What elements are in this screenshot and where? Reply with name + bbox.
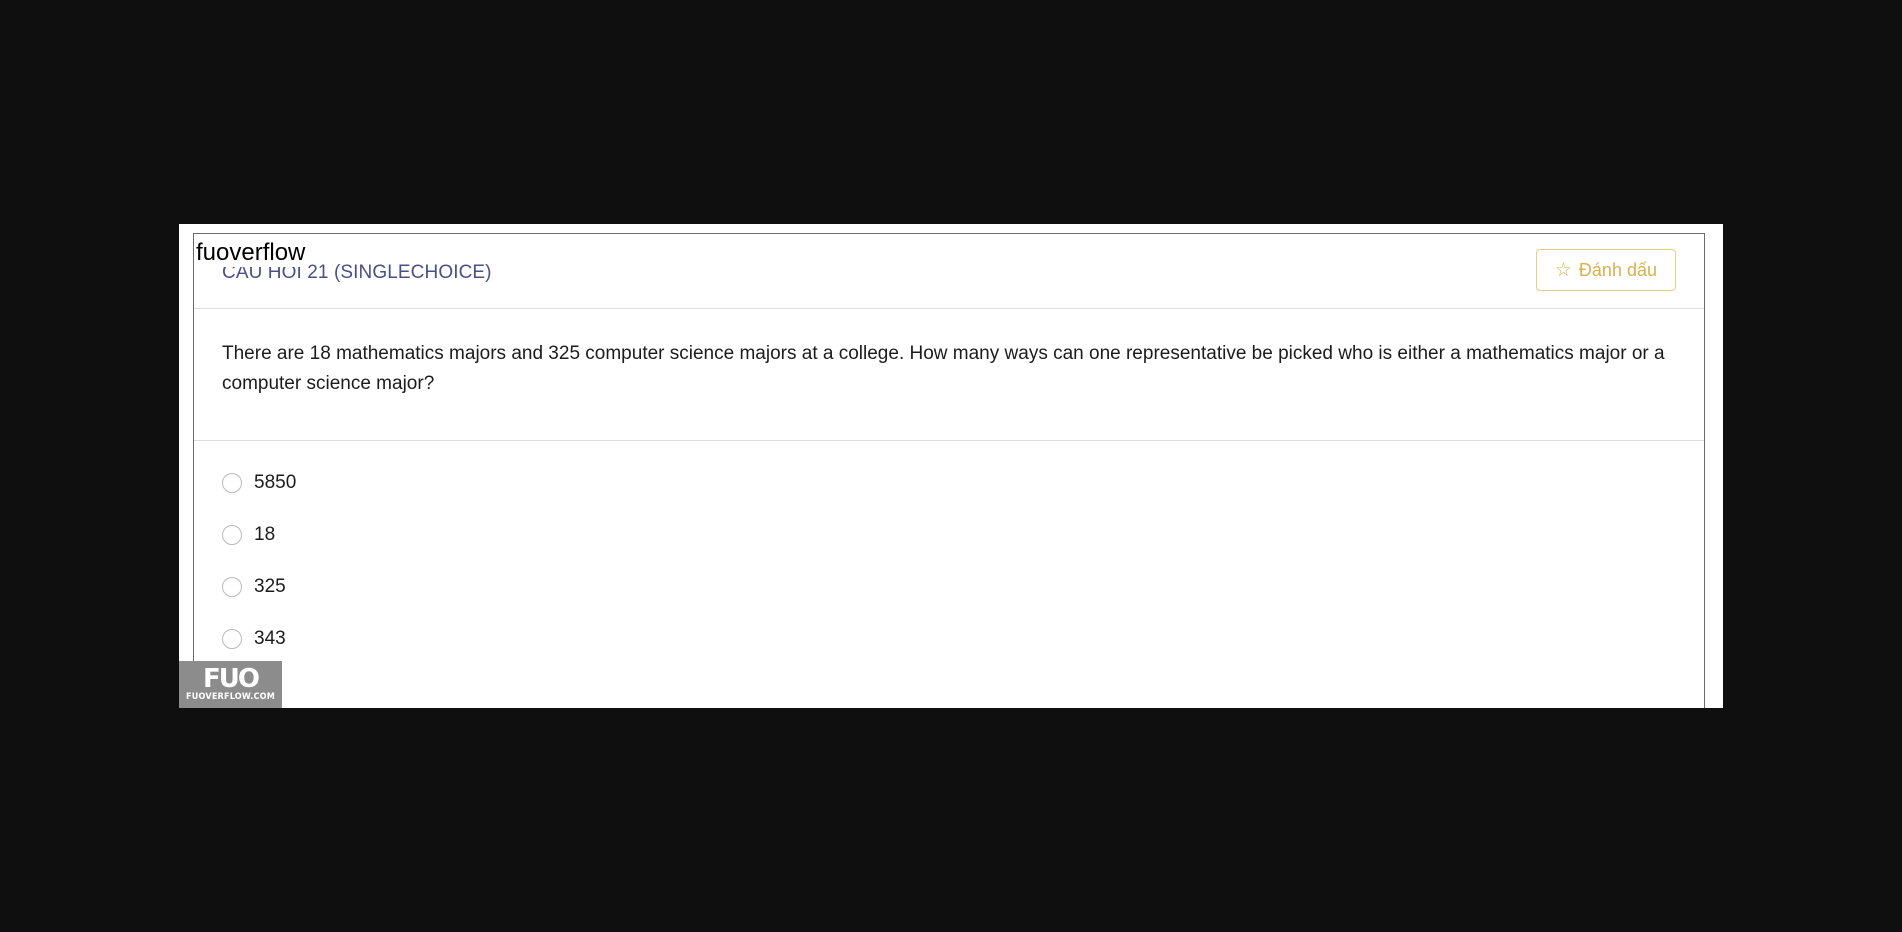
logo-mark: FUO [203,663,260,694]
radio-button[interactable] [222,577,242,597]
question-text: There are 18 mathematics majors and 325 … [194,309,1704,441]
bookmark-label: Đánh dấu [1578,259,1657,280]
answer-option[interactable]: 18 [222,509,1676,561]
question-header: CÂU HỎI 21 (SINGLECHOICE) ☆ Đánh dấu [194,234,1704,309]
radio-button[interactable] [222,473,242,493]
answer-list: 5850 18 325 343 [194,441,1704,665]
radio-button[interactable] [222,629,242,649]
watermark-text: fuoverflow [196,239,308,267]
answer-label: 343 [254,628,286,649]
answer-option[interactable]: 325 [222,561,1676,613]
answer-option[interactable]: 343 [222,613,1676,665]
answer-label: 5850 [254,472,297,493]
radio-button[interactable] [222,525,242,545]
bookmark-button[interactable]: ☆ Đánh dấu [1535,249,1676,291]
answer-label: 18 [254,524,276,545]
answer-option[interactable]: 5850 [222,457,1676,509]
question-card: CÂU HỎI 21 (SINGLECHOICE) ☆ Đánh dấu The… [193,233,1705,708]
fuoverflow-logo: FUO FUOVERFLOW.COM [179,661,282,708]
screenshot-viewport: CÂU HỎI 21 (SINGLECHOICE) ☆ Đánh dấu The… [179,224,1723,708]
star-outline-icon: ☆ [1554,259,1572,281]
logo-subtext: FUOVERFLOW.COM [186,691,275,702]
answer-label: 325 [254,576,286,597]
